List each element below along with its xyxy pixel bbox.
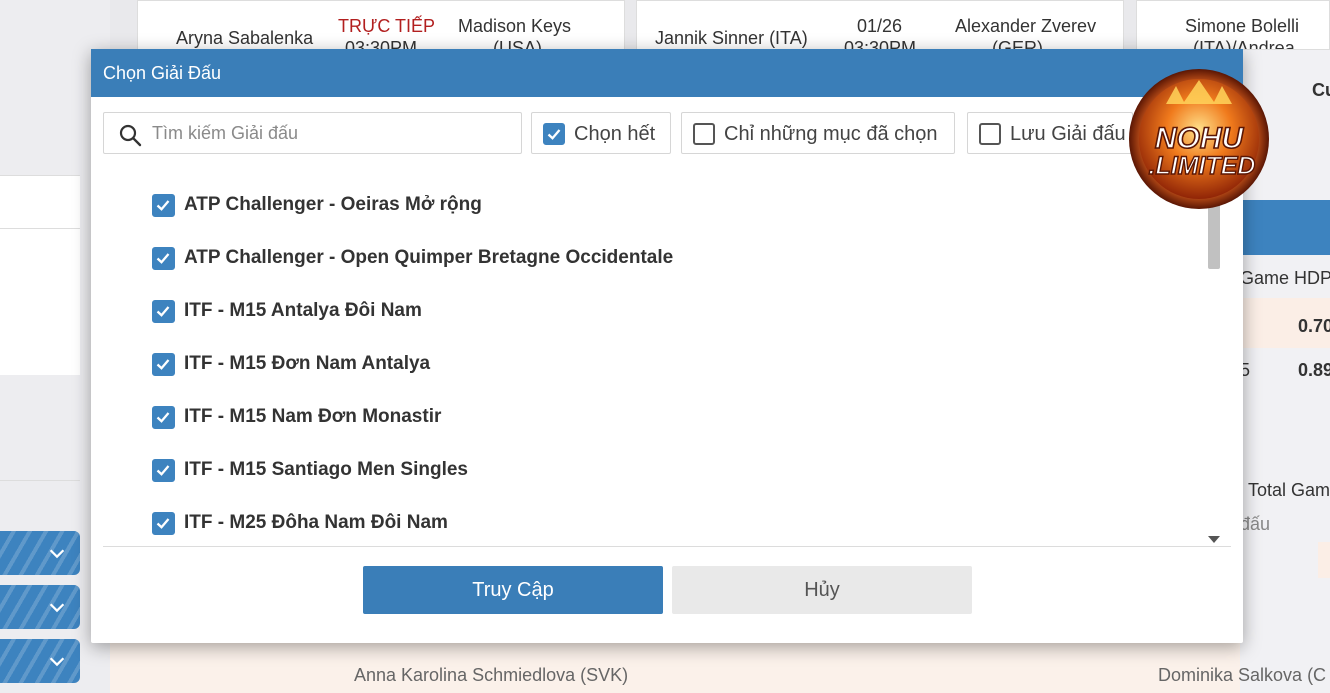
odds-value[interactable]: 0.70 <box>1298 316 1330 337</box>
list-item[interactable]: ITF - M15 Santiago Men Singles <box>152 455 468 485</box>
tournament-label: ITF - M15 Santiago Men Singles <box>184 459 468 480</box>
logo-text: .LIMITED <box>1149 152 1256 180</box>
player-name: Madison Keys <box>458 16 572 36</box>
check-icon <box>156 411 170 423</box>
tournament-label: ITF - M15 Nam Đơn Monastir <box>184 406 442 427</box>
dialog-toolbar: Chọn hết Chỉ những mục đã chọn Lưu Giải … <box>103 112 1231 154</box>
match-card[interactable]: Jannik Sinner (ITA) 01/26 03:30PM Alexan… <box>636 0 1124 50</box>
tournament-checkbox[interactable] <box>152 246 175 270</box>
divider <box>0 228 80 229</box>
selected-only-toggle[interactable]: Chỉ những mục đã chọn <box>681 112 955 154</box>
save-tournament-checkbox[interactable] <box>979 123 1001 145</box>
confirm-button[interactable]: Truy Cập <box>363 566 663 614</box>
sidebar-expand-button[interactable] <box>0 639 80 683</box>
match-card[interactable]: Aryna Sabalenka TRỰC TIẾP 03:30PM Madiso… <box>137 0 625 50</box>
check-icon <box>156 517 170 529</box>
tournament-label: ITF - M15 Đơn Nam Antalya <box>184 353 431 374</box>
tournament-checkbox[interactable] <box>152 511 175 535</box>
column-header: Game HDP <box>1240 268 1330 288</box>
odds-cell <box>1318 542 1330 578</box>
save-tournament-label: Lưu Giải đấu <box>1010 123 1126 145</box>
player-name: Anna Karolina Schmiedlova (SVK) <box>354 665 629 685</box>
list-item[interactable]: ITF - M15 Đơn Nam Antalya <box>152 349 430 379</box>
list-scrollbar[interactable] <box>1203 204 1223 546</box>
player-name: Dominika Salkova (C <box>1158 665 1327 685</box>
list-item[interactable]: ITF - M15 Antalya Đôi Nam <box>152 296 422 326</box>
list-item[interactable]: ITF - M15 Nam Đơn Monastir <box>152 402 441 432</box>
tournament-label: ATP Challenger - Open Quimper Bretagne O… <box>184 247 674 268</box>
select-all-label: Chọn hết <box>574 123 656 145</box>
scrollbar-thumb[interactable] <box>1208 204 1220 269</box>
player-name: Simone Bolelli <box>1185 16 1300 36</box>
check-icon <box>156 305 170 317</box>
odds-value[interactable]: 0.89 <box>1298 360 1330 381</box>
logo-text: NOHU <box>1155 122 1245 155</box>
tournament-checkbox[interactable] <box>152 405 175 429</box>
tournament-checkbox[interactable] <box>152 352 175 376</box>
search-icon <box>119 124 142 147</box>
player-name: Alexander Zverev <box>955 16 1097 36</box>
chevron-down-icon <box>49 603 65 613</box>
sidebar-expand-button[interactable] <box>0 531 80 575</box>
list-item[interactable]: ATP Challenger - Oeiras Mở rộng <box>152 190 482 220</box>
dialog-header: Chọn Giải Đấu <box>91 49 1243 97</box>
label-fragment: đấu <box>1240 514 1271 534</box>
search-box[interactable] <box>103 112 522 154</box>
tournament-select-dialog: Chọn Giải Đấu Chọn hết Chỉ những mục đã … <box>91 49 1243 643</box>
list-item[interactable]: ITF - M25 Đôha Nam Đôi Nam <box>152 508 448 538</box>
tournament-checkbox[interactable] <box>152 299 175 323</box>
check-icon <box>156 252 170 264</box>
check-icon <box>156 199 170 211</box>
selected-only-checkbox[interactable] <box>693 123 715 145</box>
match-card[interactable]: Simone Bolelli (ITA)/Andrea... <box>1136 0 1330 50</box>
column-header: Total Gam <box>1248 480 1330 500</box>
search-input[interactable] <box>152 119 512 147</box>
divider <box>0 480 80 481</box>
selected-only-label: Chỉ những mục đã chọn <box>724 123 938 145</box>
check-icon <box>156 358 170 370</box>
tournament-label: ITF - M15 Antalya Đôi Nam <box>184 300 422 321</box>
select-all-checkbox[interactable] <box>543 123 565 145</box>
dialog-title: Chọn Giải Đấu <box>103 63 222 83</box>
player-name: Jannik Sinner (ITA) <box>655 28 808 48</box>
select-all-toggle[interactable]: Chọn hết <box>531 112 671 154</box>
player-name: Aryna Sabalenka <box>176 28 314 48</box>
save-tournament-toggle[interactable]: Lưu Giải đấu <box>967 112 1133 154</box>
tournament-list: ATP Challenger - Oeiras Mở rộng ATP Chal… <box>103 167 1231 547</box>
check-icon <box>547 129 561 140</box>
sidebar-expand-button[interactable] <box>0 585 80 629</box>
match-date: 01/26 <box>857 16 903 36</box>
list-item[interactable]: ATP Challenger - Open Quimper Bretagne O… <box>152 243 673 273</box>
tournament-label: ATP Challenger - Oeiras Mở rộng <box>184 194 482 215</box>
tournament-checkbox[interactable] <box>152 193 175 217</box>
cancel-button[interactable]: Hủy <box>672 566 972 614</box>
nohu-limited-logo: NOHU .LIMITED <box>1129 69 1269 209</box>
tournament-label: ITF - M25 Đôha Nam Đôi Nam <box>184 512 448 533</box>
column-header: Cư <box>1312 80 1330 100</box>
chevron-down-icon <box>49 657 65 667</box>
live-status: TRỰC TIẾP <box>338 16 436 36</box>
background-bottom-row: Anna Karolina Schmiedlova (SVK) Dominika… <box>110 643 1326 693</box>
scroll-down-arrow-icon[interactable] <box>1208 536 1220 543</box>
check-icon <box>156 464 170 476</box>
background-left-block <box>0 175 80 375</box>
tournament-checkbox[interactable] <box>152 458 175 482</box>
chevron-down-icon <box>49 549 65 559</box>
